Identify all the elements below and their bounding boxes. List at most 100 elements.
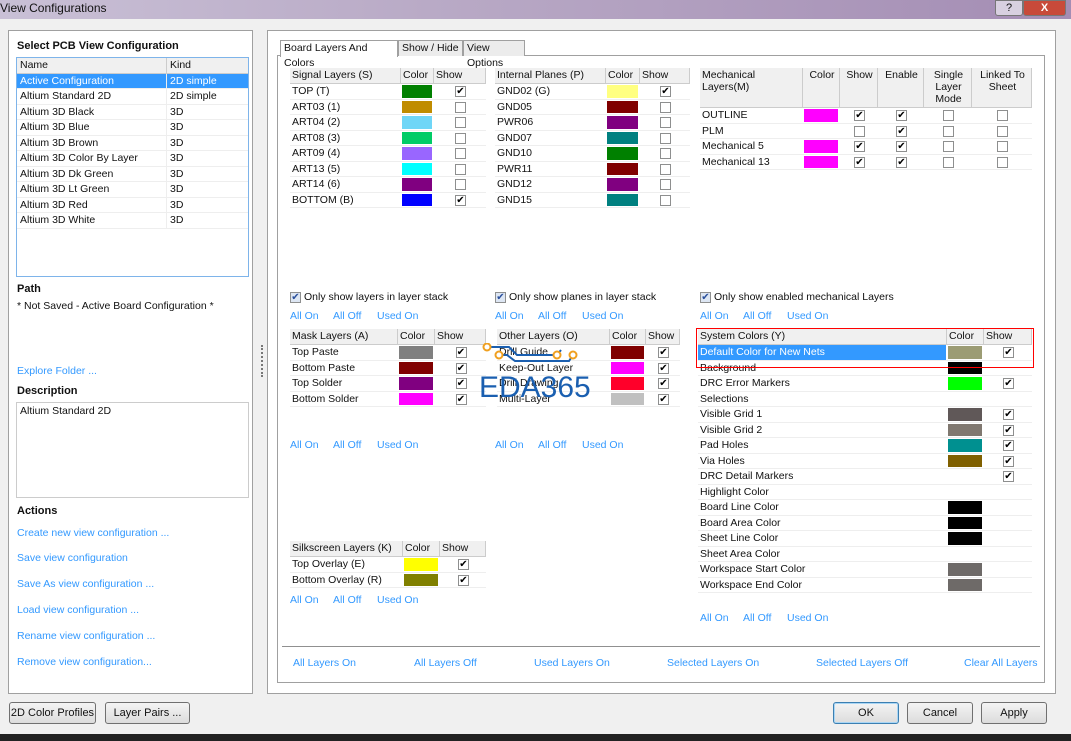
table-row[interactable]: ART14 (6): [290, 177, 486, 193]
show-checkbox[interactable]: [660, 194, 671, 206]
color-cell[interactable]: [398, 345, 435, 360]
color-cell[interactable]: [398, 391, 435, 406]
quick-on-link[interactable]: All On: [700, 310, 729, 322]
table-row[interactable]: Visible Grid 2 ✔: [698, 422, 1032, 438]
show-checkbox[interactable]: [660, 163, 671, 175]
color-cell[interactable]: [947, 546, 984, 561]
color-cell[interactable]: [606, 130, 640, 145]
column-header[interactable]: Show: [640, 68, 690, 83]
quick-off-link[interactable]: All Off: [538, 310, 566, 322]
other-layers-table[interactable]: Other Layers (O) Color Show Drill Guide ✔ Kee…: [497, 329, 680, 407]
column-header[interactable]: System Colors (Y): [698, 329, 947, 344]
action-link[interactable]: Save As view configuration ...: [17, 578, 154, 590]
show-checkbox[interactable]: ✔: [455, 347, 467, 358]
column-header[interactable]: Color: [606, 68, 640, 83]
table-row[interactable]: ART03 (1): [290, 99, 486, 115]
color-cell[interactable]: [606, 192, 640, 207]
color-cell[interactable]: [947, 422, 984, 437]
color-cell[interactable]: [803, 123, 840, 138]
table-row[interactable]: Bottom Solder ✔: [290, 391, 486, 407]
table-row[interactable]: Pad Holes ✔: [698, 438, 1032, 454]
tab-board-layers[interactable]: Board Layers And Colors: [280, 40, 398, 69]
color-swatch[interactable]: [947, 376, 983, 391]
column-header[interactable]: Silkscreen Layers (K): [290, 541, 403, 556]
color-swatch[interactable]: [401, 115, 433, 130]
linked-checkbox[interactable]: [997, 110, 1008, 121]
show-checkbox[interactable]: [455, 117, 466, 128]
single-checkbox[interactable]: [943, 125, 954, 137]
show-checkbox[interactable]: [455, 132, 466, 144]
column-header[interactable]: Show: [440, 541, 486, 556]
show-checkbox[interactable]: ✔: [658, 378, 669, 389]
color-swatch[interactable]: [947, 360, 983, 375]
color-cell[interactable]: [947, 515, 984, 530]
table-row[interactable]: Mechanical 13 ✔ ✔: [700, 154, 1032, 170]
color-cell[interactable]: [947, 345, 984, 360]
color-swatch[interactable]: [401, 146, 433, 161]
only-planes-checkbox[interactable]: ✔ Only show planes in layer stack: [495, 291, 656, 303]
show-checkbox[interactable]: [660, 179, 671, 190]
color-swatch[interactable]: [606, 115, 639, 130]
color-swatch[interactable]: [610, 391, 645, 406]
column-header[interactable]: Show: [435, 329, 486, 344]
config-row[interactable]: Altium 3D Dk Green 3D: [17, 166, 248, 182]
column-header[interactable]: Color: [401, 68, 434, 83]
table-row[interactable]: ART04 (2): [290, 115, 486, 131]
color-swatch[interactable]: [606, 130, 639, 145]
color-swatch[interactable]: [947, 577, 983, 592]
color-cell[interactable]: [606, 84, 640, 99]
color-swatch[interactable]: [947, 407, 983, 422]
table-row[interactable]: Keep-Out Layer ✔: [497, 360, 680, 376]
color-swatch[interactable]: [803, 154, 839, 169]
color-cell[interactable]: [803, 108, 840, 123]
color-cell[interactable]: [606, 177, 640, 192]
quick-on-link[interactable]: All On: [290, 310, 319, 322]
color-swatch[interactable]: [398, 391, 434, 406]
color-cell[interactable]: [803, 154, 840, 169]
table-row[interactable]: DRC Detail Markers ✔: [698, 469, 1032, 485]
color-cell[interactable]: [401, 99, 434, 114]
color-cell[interactable]: [398, 376, 435, 391]
color-swatch[interactable]: [398, 376, 434, 391]
quick-used-link[interactable]: Used On: [582, 310, 623, 322]
table-row[interactable]: Via Holes ✔: [698, 453, 1032, 469]
table-row[interactable]: GND10: [495, 146, 690, 162]
color-cell[interactable]: [803, 139, 840, 154]
show-checkbox[interactable]: ✔: [455, 362, 467, 374]
show-checkbox[interactable]: [660, 148, 671, 159]
only-layers-checkbox[interactable]: ✔ Only show layers in layer stack: [290, 291, 448, 303]
color-swatch[interactable]: [401, 130, 433, 145]
only-mech-checkbox[interactable]: ✔ Only show enabled mechanical Layers: [700, 291, 894, 303]
cancel-button[interactable]: Cancel: [907, 702, 973, 724]
color-swatch[interactable]: [606, 146, 639, 161]
config-row[interactable]: Altium 3D Brown 3D: [17, 135, 248, 151]
apply-button[interactable]: Apply: [981, 702, 1047, 724]
quick-on-link[interactable]: All On: [495, 439, 524, 451]
show-checkbox[interactable]: [455, 179, 466, 190]
column-header[interactable]: Color: [947, 329, 984, 344]
column-header[interactable]: Color: [403, 541, 440, 556]
quick-on-link[interactable]: All On: [290, 594, 319, 606]
table-row[interactable]: PWR06: [495, 115, 690, 131]
column-header[interactable]: Mechanical Layers(M): [700, 68, 803, 107]
close-button[interactable]: X: [1023, 0, 1066, 16]
color-swatch[interactable]: [606, 161, 639, 176]
config-row[interactable]: Altium 3D Black 3D: [17, 104, 248, 120]
show-checkbox[interactable]: ✔: [854, 141, 865, 152]
table-row[interactable]: GND15: [495, 192, 690, 208]
color-swatch[interactable]: [606, 84, 639, 99]
table-row[interactable]: Top Paste ✔: [290, 345, 486, 361]
table-row[interactable]: DRC Error Markers ✔: [698, 376, 1032, 392]
2d-color-profiles-button[interactable]: 2D Color Profiles: [9, 702, 96, 724]
color-cell[interactable]: [947, 438, 984, 453]
table-row[interactable]: BOTTOM (B) ✔: [290, 192, 486, 208]
config-row[interactable]: Altium 3D Lt Green 3D: [17, 182, 248, 198]
color-swatch[interactable]: [803, 139, 839, 154]
table-row[interactable]: GND12: [495, 177, 690, 193]
column-header[interactable]: Color: [398, 329, 435, 344]
mask-layers-table[interactable]: Mask Layers (A) Color Show Top Paste ✔ Bottom…: [290, 329, 486, 407]
color-cell[interactable]: [606, 99, 640, 114]
color-cell[interactable]: [947, 360, 984, 375]
column-header[interactable]: Other Layers (O): [497, 329, 610, 344]
quick-used-link[interactable]: Used On: [787, 310, 828, 322]
